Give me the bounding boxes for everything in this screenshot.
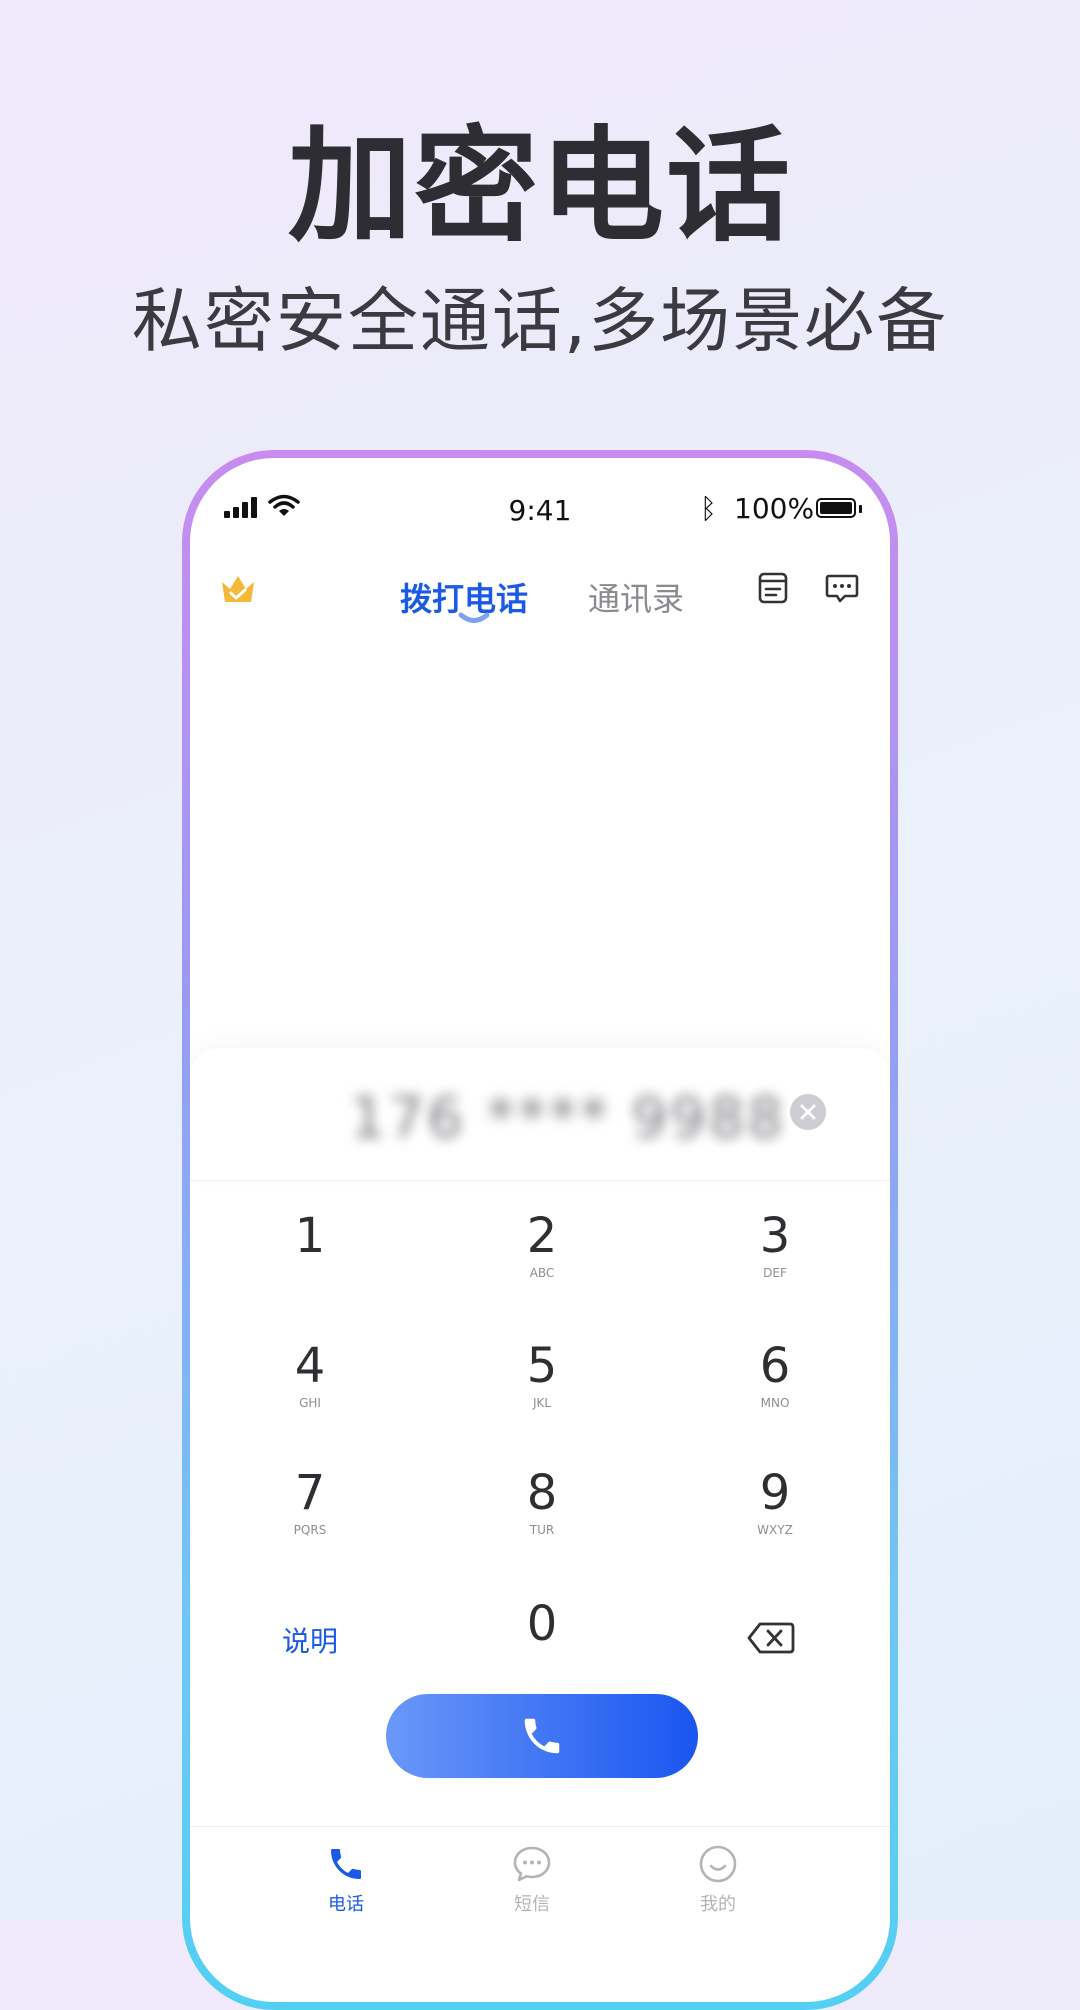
phone-mockup: 9:41 ᛒ 100% 拨打电话 通讯录 176 **** 9988 1 2 A… bbox=[182, 450, 898, 2010]
dialed-number: 176 **** 9988 bbox=[350, 1086, 787, 1151]
key-5[interactable]: 5 JKL bbox=[442, 1338, 642, 1412]
bluetooth-icon: ᛒ bbox=[700, 492, 717, 525]
bottom-tab-phone[interactable]: 电话 bbox=[296, 1844, 396, 1916]
key-2[interactable]: 2 ABC bbox=[442, 1208, 642, 1282]
clear-number-button[interactable] bbox=[790, 1094, 826, 1130]
bottom-tab-mine[interactable]: 我的 bbox=[668, 1844, 768, 1916]
key-3[interactable]: 3 DEF bbox=[675, 1208, 875, 1282]
call-log-icon[interactable] bbox=[756, 570, 790, 606]
battery-percent: 100% bbox=[734, 492, 815, 525]
tab-contacts[interactable]: 通讯录 bbox=[588, 574, 684, 620]
subheadline: 私密安全通话,多场景必备 bbox=[131, 280, 949, 362]
active-tab-indicator bbox=[458, 612, 490, 623]
backspace-icon[interactable] bbox=[746, 1620, 796, 1656]
key-7[interactable]: 7 PQRS bbox=[210, 1465, 410, 1539]
phone-screen: 9:41 ᛒ 100% 拨打电话 通讯录 176 **** 9988 1 2 A… bbox=[190, 458, 890, 2002]
chat-bubble-icon[interactable] bbox=[824, 570, 860, 606]
bottom-tab-sms[interactable]: 短信 bbox=[482, 1844, 582, 1916]
key-8[interactable]: 8 TUR bbox=[442, 1465, 642, 1539]
key-1[interactable]: 1 bbox=[210, 1208, 410, 1282]
headline: 加密电话 bbox=[287, 115, 792, 259]
key-6[interactable]: 6 MNO bbox=[675, 1338, 875, 1412]
explain-button[interactable]: 说明 bbox=[250, 1620, 370, 1660]
key-4[interactable]: 4 GHI bbox=[210, 1338, 410, 1412]
close-icon bbox=[800, 1104, 816, 1120]
call-button[interactable] bbox=[386, 1694, 698, 1778]
key-9[interactable]: 9 WXYZ bbox=[675, 1465, 875, 1539]
status-bar: 9:41 ᛒ 100% bbox=[190, 458, 890, 548]
phone-icon bbox=[524, 1718, 560, 1754]
vip-crown-icon[interactable] bbox=[220, 574, 256, 604]
phone-icon bbox=[331, 1849, 361, 1879]
battery-icon bbox=[816, 498, 856, 518]
smile-icon bbox=[699, 1845, 737, 1883]
message-icon bbox=[513, 1846, 551, 1882]
key-0[interactable]: 0 bbox=[442, 1596, 642, 1670]
